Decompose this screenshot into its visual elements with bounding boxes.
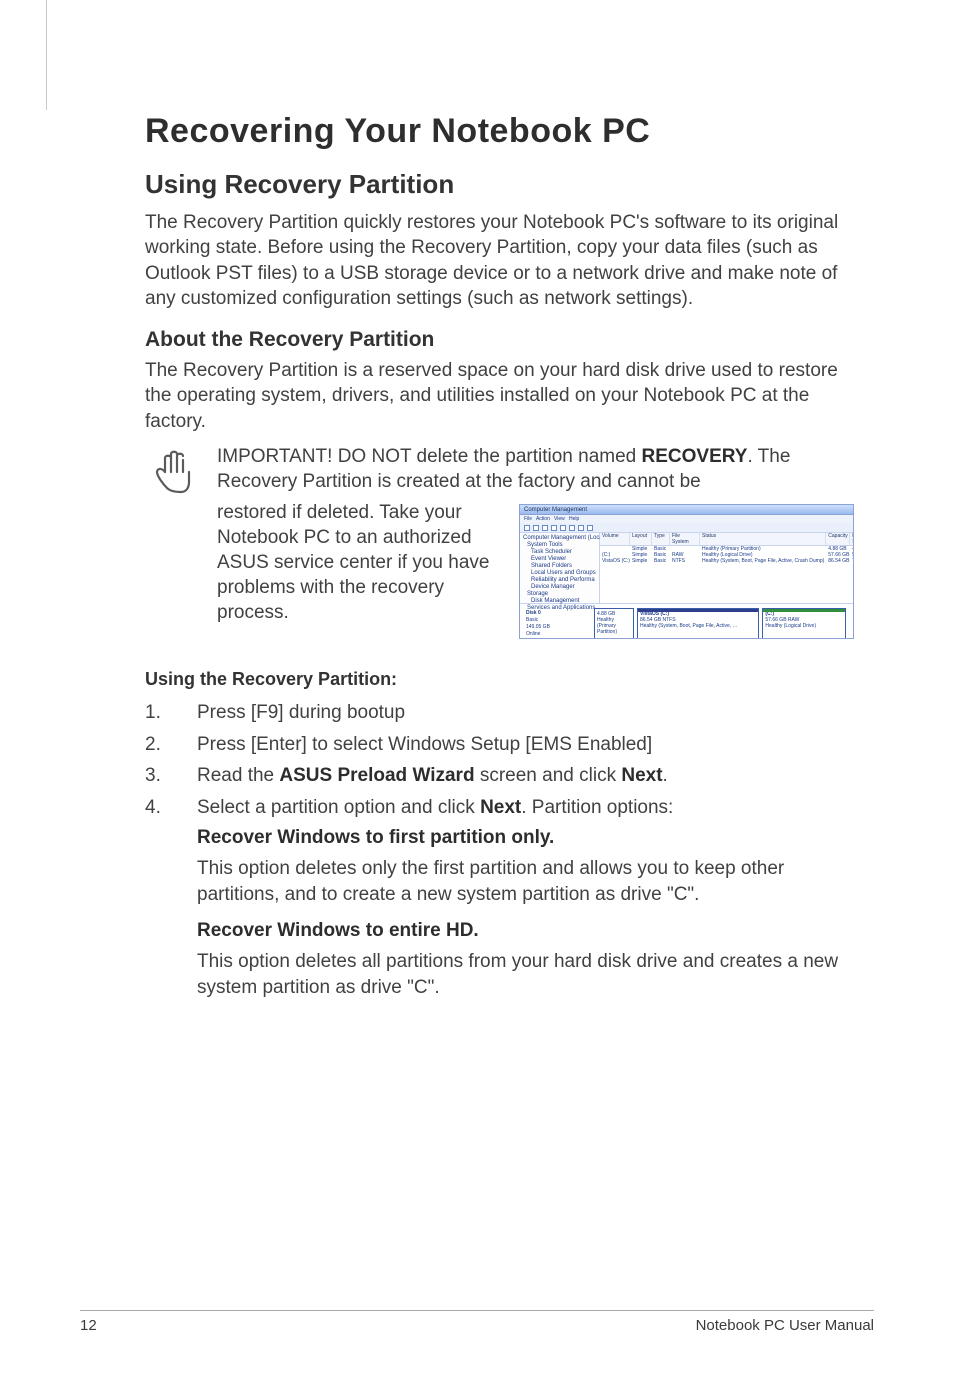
option-2-title: Recover Windows to entire HD. [197, 918, 854, 944]
option-1-desc: This option deletes only the first parti… [197, 856, 854, 907]
table-row: VistaOS (C:) Simple Basic NTFS Healthy (… [600, 558, 854, 564]
step-1: Press [F9] during bootup [145, 700, 854, 726]
page-footer: 12 Notebook PC User Manual [80, 1310, 874, 1334]
nav-tree: Computer Management (Local) System Tools… [520, 533, 600, 603]
menu-file: File [524, 516, 532, 522]
important-text-a: IMPORTANT! DO NOT delete the partition n… [217, 446, 642, 467]
window-titlebar: Computer Management [520, 505, 853, 515]
volume-table: Volume Layout Type File System Status Ca… [600, 533, 854, 603]
page-accent-vline [46, 0, 47, 110]
toolbar [520, 523, 853, 533]
menu-view: View [554, 516, 565, 522]
section-heading-using-recovery: Using Recovery Partition [145, 169, 854, 200]
recovery-bold: RECOVERY [642, 446, 748, 467]
manual-title: Notebook PC User Manual [696, 1317, 874, 1334]
page-number: 12 [80, 1317, 97, 1334]
partition-recovery: 4.88 GB Healthy (Primary Partition) [594, 608, 634, 639]
hand-stop-icon [145, 444, 201, 500]
intro-paragraph: The Recovery Partition quickly restores … [145, 210, 854, 312]
step-3: Read the ASUS Preload Wizard screen and … [145, 763, 854, 789]
partition-logical: (C:) 57.66 GB RAW Healthy (Logical Drive… [762, 608, 846, 639]
menu-help: Help [569, 516, 579, 522]
important-note-continued: restored if deleted. Take your Notebook … [217, 500, 507, 625]
important-note-line1: IMPORTANT! DO NOT delete the partition n… [217, 444, 854, 494]
menu-action: Action [536, 516, 550, 522]
option-1-title: Recover Windows to first partition only. [197, 825, 854, 851]
step-2: Press [Enter] to select Windows Setup [E… [145, 732, 854, 758]
disk-graphical-view: Disk 0 Basic 149.05 GB Online 4.88 GB He… [520, 603, 853, 639]
step-4: Select a partition option and click Next… [145, 795, 854, 1000]
using-heading: Using the Recovery Partition: [145, 669, 854, 690]
about-heading: About the Recovery Partition [145, 328, 854, 352]
about-paragraph: The Recovery Partition is a reserved spa… [145, 358, 854, 434]
option-2-desc: This option deletes all partitions from … [197, 949, 854, 1000]
partition-vistaos: VistaOS (C:) 86.54 GB NTFS Healthy (Syst… [637, 608, 759, 639]
page-title: Recovering Your Notebook PC [145, 112, 854, 151]
menu-bar: File Action View Help [520, 515, 853, 523]
disk-management-screenshot: Computer Management File Action View Hel… [519, 504, 854, 639]
